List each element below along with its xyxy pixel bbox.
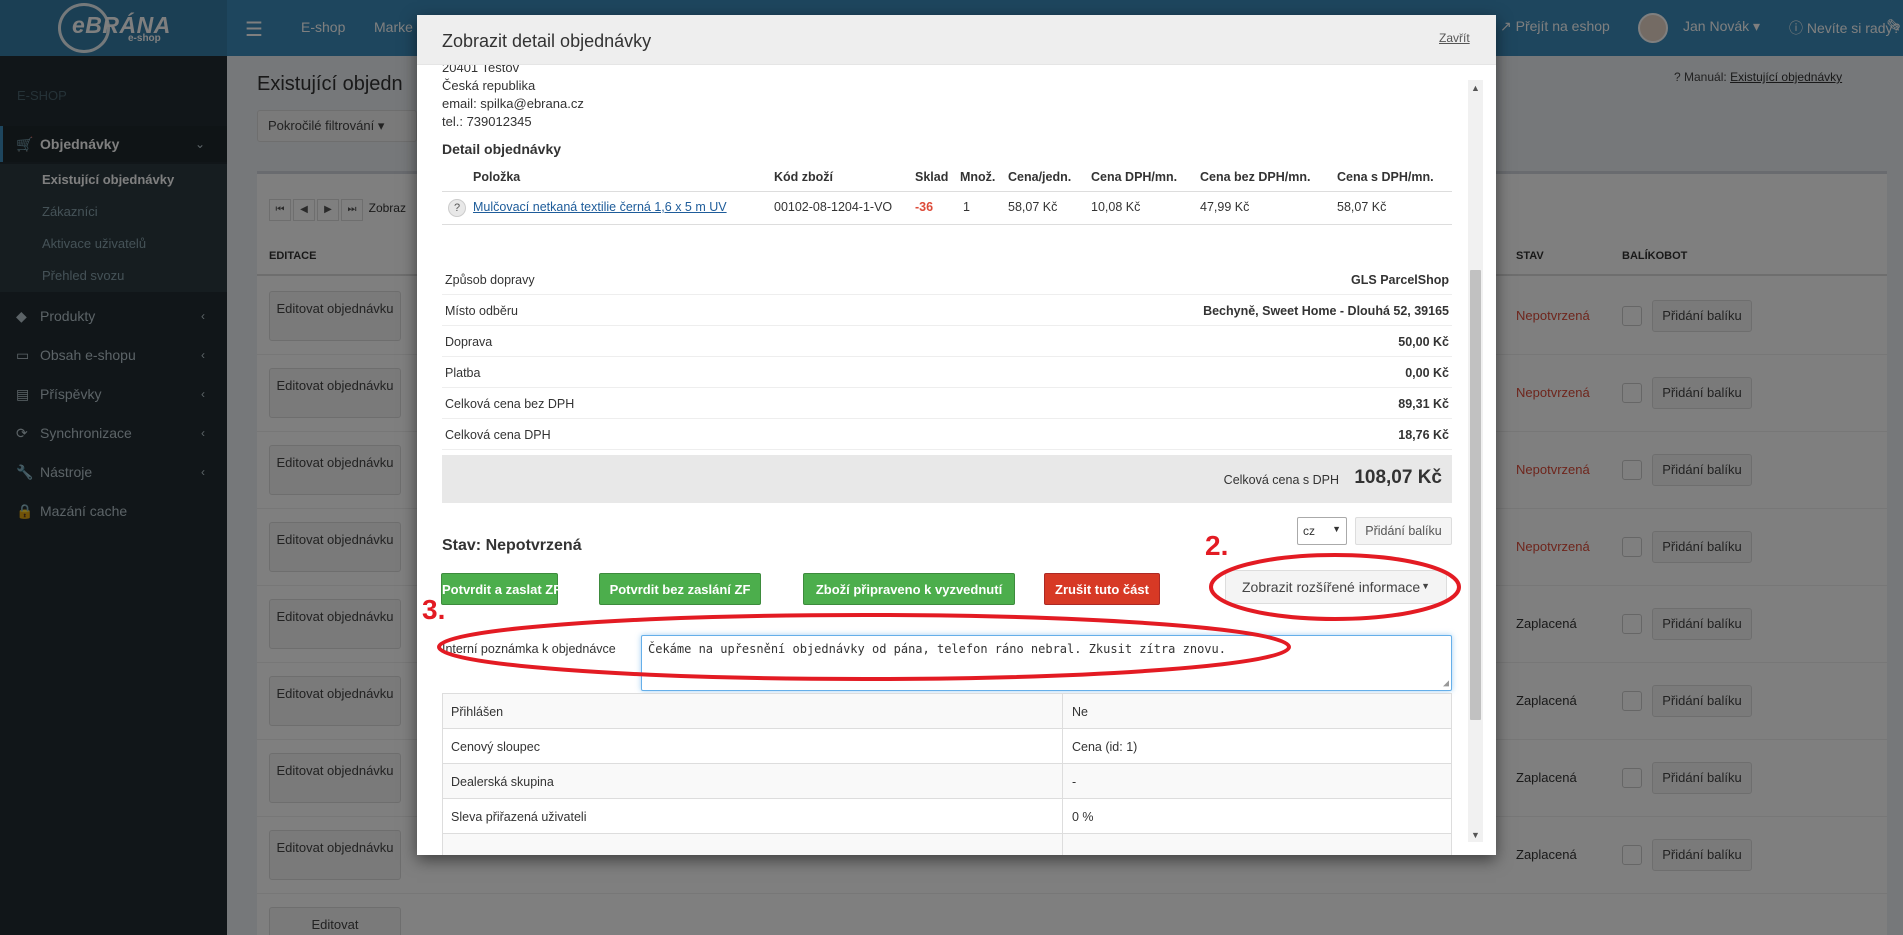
summary-label: Doprava [445,335,493,349]
goods-ready-button[interactable]: Zboží připraveno k vyzvednutí [803,573,1015,605]
address-phone: tel.: 739012345 [442,114,532,129]
info-label: Cenový sloupec [451,740,540,754]
summary-value: 89,31 Kč [1398,397,1449,411]
info-label: Sleva přiřazená uživateli [451,810,587,824]
confirm-and-send-button[interactable]: Potvrdit a zaslat ZF [441,573,561,605]
summary-label: Místo odběru [445,304,518,318]
internal-note-value: Čekáme na upřesnění objednávky od pána, … [648,642,1226,656]
product-link[interactable]: Mulčovací netkaná textilie černá 1,6 x 5… [473,200,727,214]
summary-value: Bechyně, Sweet Home - Dlouhá 52, 39165 [1203,304,1449,318]
address-zip: 20401 Testov [442,65,520,75]
summary-value: 0,00 Kč [1405,366,1449,380]
extended-info-dropdown[interactable]: Zobrazit rozšířené informace ▼ [1225,570,1447,604]
help-icon[interactable]: ? [448,199,466,217]
customer-info-table: Přihlášen Ne Cenový sloupec Cena (id: 1) D… [442,693,1452,855]
product-unit-price: 58,07 Kč [1008,200,1058,214]
annotation-number-3: 3. [422,594,446,625]
summary-value: 18,76 Kč [1398,428,1449,442]
summary-row-total-no-vat: Celková cena bez DPH 89,31 Kč [442,388,1452,419]
address-country: Česká republika [442,78,536,93]
product-stock: -36 [915,200,934,214]
col-price-no-vat: Cena bez DPH/mn. [1200,170,1311,184]
table-row: ? Mulčovací netkaná textilie černá 1,6 x… [442,192,1452,225]
summary-row-shipping-method: Způsob dopravy GLS ParcelShop [442,264,1452,295]
language-select[interactable]: cz ▼ [1297,517,1347,545]
col-stock: Sklad [915,170,949,184]
table-row [442,834,1452,855]
summary-row-shipping: Doprava 50,00 Kč [442,326,1452,357]
order-detail-heading: Detail objednávky [442,141,562,157]
summary-value: GLS ParcelShop [1351,273,1449,287]
confirm-without-send-button[interactable]: Potvrdit bez zaslání ZF [599,573,761,605]
col-code: Kód zboží [774,170,834,184]
table-row: Dealerská skupina - [442,764,1452,799]
items-table-header: Položka Kód zboží Sklad Množ. Cena/jedn.… [442,162,1452,192]
summary-row-payment: Platba 0,00 Kč [442,357,1452,388]
close-link[interactable]: Zavřít [1439,31,1470,45]
table-row: Cenový sloupec Cena (id: 1) [442,729,1452,764]
order-status: Stav: Nepotvrzená [442,537,582,554]
resize-handle-icon[interactable]: ◢ [1443,678,1449,689]
extended-info-label: Zobrazit rozšířené informace [1242,579,1421,595]
caret-down-icon: ▼ [1421,581,1430,591]
col-qty: Množ. [960,170,996,184]
total-box: Celková cena s DPH 108,07 Kč [442,455,1452,503]
table-row: Sleva přiřazená uživateli 0 % [442,799,1452,834]
language-value: cz [1303,524,1315,538]
col-unit-price: Cena/jedn. [1008,170,1072,184]
col-price-with-vat: Cena s DPH/mn. [1337,170,1434,184]
modal-title: Zobrazit detail objednávky [442,31,652,51]
cancel-part-button[interactable]: Zrušit tuto část [1044,573,1160,605]
summary-row-pickup-place: Místo odběru Bechyně, Sweet Home - Dlouhá… [442,295,1452,326]
summary-label: Celková cena bez DPH [445,397,575,411]
product-price-no-vat: 47,99 Kč [1200,200,1250,214]
order-detail-modal: Zobrazit detail objednávky Zavřít ▲ ▼ 20… [417,15,1496,855]
product-code: 00102-08-1204-1-VO [774,200,893,214]
table-row: Přihlášen Ne [442,694,1452,729]
total-value: 108,07 Kč [1354,467,1442,488]
summary-row-total-vat: Celková cena DPH 18,76 Kč [442,419,1452,450]
info-value: - [1072,775,1077,789]
product-price-with-vat: 58,07 Kč [1337,200,1387,214]
internal-note-label: Interní poznámka k objednávce [442,642,616,656]
col-item: Položka [473,170,521,184]
annotation-number-2: 2. [1205,530,1229,561]
col-vat: Cena DPH/mn. [1091,170,1178,184]
summary-label: Způsob dopravy [445,273,535,287]
summary-value: 50,00 Kč [1398,335,1449,349]
product-qty: 1 [963,200,970,214]
modal-body: 20401 Testov Česká republika email: spil… [417,65,1496,855]
add-package-button[interactable]: Přidání balíku [1355,517,1452,545]
modal-header: Zobrazit detail objednávky Zavřít [417,15,1496,65]
product-vat: 10,08 Kč [1091,200,1141,214]
info-value: 0 % [1072,810,1094,824]
address-email: email: spilka@ebrana.cz [442,96,584,111]
info-label: Dealerská skupina [451,775,554,789]
total-label: Celková cena s DPH [1223,473,1339,487]
info-label: Přihlášen [451,705,504,719]
caret-down-icon: ▼ [1332,524,1341,534]
order-summary-table: Způsob dopravy GLS ParcelShop Místo odběr… [442,264,1452,450]
summary-label: Celková cena DPH [445,428,551,442]
internal-note-textarea[interactable]: Čekáme na upřesnění objednávky od pána, … [641,635,1452,691]
info-value: Ne [1072,705,1088,719]
summary-label: Platba [445,366,481,380]
info-value: Cena (id: 1) [1072,740,1138,754]
